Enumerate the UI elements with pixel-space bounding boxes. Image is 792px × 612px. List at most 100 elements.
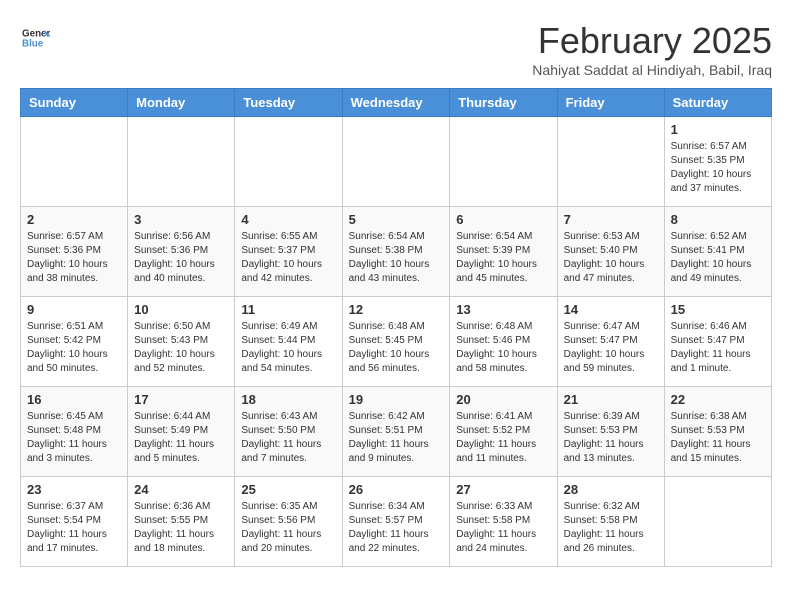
page-header: General Blue February 2025 Nahiyat Sadda… bbox=[20, 20, 772, 78]
week-row-1: 2Sunrise: 6:57 AM Sunset: 5:36 PM Daylig… bbox=[21, 207, 772, 297]
calendar-cell: 28Sunrise: 6:32 AM Sunset: 5:58 PM Dayli… bbox=[557, 477, 664, 567]
day-info: Sunrise: 6:47 AM Sunset: 5:47 PM Dayligh… bbox=[564, 320, 658, 376]
day-number: 17 bbox=[134, 392, 228, 407]
calendar-cell: 16Sunrise: 6:45 AM Sunset: 5:48 PM Dayli… bbox=[21, 387, 128, 477]
calendar-cell: 10 Sunrise: 6:50 AM Sunset: 5:43 PM Dayli… bbox=[128, 297, 235, 387]
day-number: 18 bbox=[241, 392, 335, 407]
calendar-cell: 24Sunrise: 6:36 AM Sunset: 5:55 PM Dayli… bbox=[128, 477, 235, 567]
day-number: 14 bbox=[564, 302, 658, 317]
calendar-cell bbox=[235, 117, 342, 207]
day-info: Sunrise: 6:39 AM Sunset: 5:53 PM Dayligh… bbox=[564, 410, 658, 466]
weekday-header-tuesday: Tuesday bbox=[235, 89, 342, 117]
week-row-3: 16Sunrise: 6:45 AM Sunset: 5:48 PM Dayli… bbox=[21, 387, 772, 477]
weekday-header-sunday: Sunday bbox=[21, 89, 128, 117]
weekday-header-monday: Monday bbox=[128, 89, 235, 117]
weekday-header-saturday: Saturday bbox=[664, 89, 771, 117]
day-number: 19 bbox=[349, 392, 444, 407]
calendar-cell: 4 Sunrise: 6:55 AM Sunset: 5:37 PM Daylig… bbox=[235, 207, 342, 297]
day-info: Sunrise: 6:53 AM Sunset: 5:40 PM Dayligh… bbox=[564, 230, 658, 286]
calendar-cell: 11 Sunrise: 6:49 AM Sunset: 5:44 PM Dayli… bbox=[235, 297, 342, 387]
calendar-cell: 22 Sunrise: 6:38 AM Sunset: 5:53 PM Dayli… bbox=[664, 387, 771, 477]
calendar-cell bbox=[557, 117, 664, 207]
day-info: Sunrise: 6:46 AM Sunset: 5:47 PM Dayligh… bbox=[671, 320, 765, 376]
day-info: Sunrise: 6:32 AM Sunset: 5:58 PM Dayligh… bbox=[564, 500, 658, 556]
day-info: Sunrise: 6:44 AM Sunset: 5:49 PM Dayligh… bbox=[134, 410, 228, 466]
day-number: 4 bbox=[241, 212, 335, 227]
calendar-cell: 20 Sunrise: 6:41 AM Sunset: 5:52 PM Dayli… bbox=[450, 387, 557, 477]
day-info: Sunrise: 6:49 AM Sunset: 5:44 PM Dayligh… bbox=[241, 320, 335, 376]
day-info: Sunrise: 6:38 AM Sunset: 5:53 PM Dayligh… bbox=[671, 410, 765, 466]
calendar-cell: 1Sunrise: 6:57 AM Sunset: 5:35 PM Daylig… bbox=[664, 117, 771, 207]
calendar-table: SundayMondayTuesdayWednesdayThursdayFrid… bbox=[20, 88, 772, 567]
calendar-cell: 14 Sunrise: 6:47 AM Sunset: 5:47 PM Dayli… bbox=[557, 297, 664, 387]
logo: General Blue bbox=[20, 24, 50, 57]
day-info: Sunrise: 6:33 AM Sunset: 5:58 PM Dayligh… bbox=[456, 500, 550, 556]
day-info: Sunrise: 6:57 AM Sunset: 5:36 PM Dayligh… bbox=[27, 230, 121, 286]
day-number: 20 bbox=[456, 392, 550, 407]
weekday-header-wednesday: Wednesday bbox=[342, 89, 450, 117]
day-info: Sunrise: 6:52 AM Sunset: 5:41 PM Dayligh… bbox=[671, 230, 765, 286]
day-info: Sunrise: 6:35 AM Sunset: 5:56 PM Dayligh… bbox=[241, 500, 335, 556]
svg-text:Blue: Blue bbox=[22, 38, 44, 49]
day-number: 27 bbox=[456, 482, 550, 497]
title-area: February 2025 Nahiyat Saddat al Hindiyah… bbox=[532, 20, 772, 78]
day-info: Sunrise: 6:56 AM Sunset: 5:36 PM Dayligh… bbox=[134, 230, 228, 286]
weekday-header-friday: Friday bbox=[557, 89, 664, 117]
day-number: 7 bbox=[564, 212, 658, 227]
day-number: 25 bbox=[241, 482, 335, 497]
calendar-cell: 17 Sunrise: 6:44 AM Sunset: 5:49 PM Dayli… bbox=[128, 387, 235, 477]
day-number: 22 bbox=[671, 392, 765, 407]
day-number: 5 bbox=[349, 212, 444, 227]
calendar-cell: 9 Sunrise: 6:51 AM Sunset: 5:42 PM Daylig… bbox=[21, 297, 128, 387]
day-number: 13 bbox=[456, 302, 550, 317]
calendar-cell: 5 Sunrise: 6:54 AM Sunset: 5:38 PM Daylig… bbox=[342, 207, 450, 297]
week-row-0: 1Sunrise: 6:57 AM Sunset: 5:35 PM Daylig… bbox=[21, 117, 772, 207]
calendar-cell: 18Sunrise: 6:43 AM Sunset: 5:50 PM Dayli… bbox=[235, 387, 342, 477]
logo-icon: General Blue bbox=[22, 24, 50, 52]
calendar-cell: 27 Sunrise: 6:33 AM Sunset: 5:58 PM Dayli… bbox=[450, 477, 557, 567]
day-number: 15 bbox=[671, 302, 765, 317]
day-info: Sunrise: 6:50 AM Sunset: 5:43 PM Dayligh… bbox=[134, 320, 228, 376]
day-number: 24 bbox=[134, 482, 228, 497]
day-number: 10 bbox=[134, 302, 228, 317]
calendar-cell: 25 Sunrise: 6:35 AM Sunset: 5:56 PM Dayli… bbox=[235, 477, 342, 567]
day-number: 6 bbox=[456, 212, 550, 227]
day-info: Sunrise: 6:37 AM Sunset: 5:54 PM Dayligh… bbox=[27, 500, 121, 556]
day-number: 26 bbox=[349, 482, 444, 497]
calendar-cell: 15 Sunrise: 6:46 AM Sunset: 5:47 PM Dayli… bbox=[664, 297, 771, 387]
day-info: Sunrise: 6:54 AM Sunset: 5:38 PM Dayligh… bbox=[349, 230, 444, 286]
calendar-title: February 2025 bbox=[532, 20, 772, 62]
day-number: 11 bbox=[241, 302, 335, 317]
calendar-cell: 21 Sunrise: 6:39 AM Sunset: 5:53 PM Dayli… bbox=[557, 387, 664, 477]
calendar-cell bbox=[664, 477, 771, 567]
weekday-header-row: SundayMondayTuesdayWednesdayThursdayFrid… bbox=[21, 89, 772, 117]
calendar-cell: 23 Sunrise: 6:37 AM Sunset: 5:54 PM Dayli… bbox=[21, 477, 128, 567]
day-number: 8 bbox=[671, 212, 765, 227]
calendar-cell bbox=[342, 117, 450, 207]
calendar-cell: 19 Sunrise: 6:42 AM Sunset: 5:51 PM Dayli… bbox=[342, 387, 450, 477]
day-info: Sunrise: 6:41 AM Sunset: 5:52 PM Dayligh… bbox=[456, 410, 550, 466]
weekday-header-thursday: Thursday bbox=[450, 89, 557, 117]
calendar-cell bbox=[450, 117, 557, 207]
week-row-2: 9 Sunrise: 6:51 AM Sunset: 5:42 PM Daylig… bbox=[21, 297, 772, 387]
calendar-cell bbox=[128, 117, 235, 207]
day-number: 3 bbox=[134, 212, 228, 227]
day-info: Sunrise: 6:34 AM Sunset: 5:57 PM Dayligh… bbox=[349, 500, 444, 556]
day-number: 1 bbox=[671, 122, 765, 137]
calendar-cell: 13 Sunrise: 6:48 AM Sunset: 5:46 PM Dayli… bbox=[450, 297, 557, 387]
calendar-cell: 12 Sunrise: 6:48 AM Sunset: 5:45 PM Dayli… bbox=[342, 297, 450, 387]
day-number: 9 bbox=[27, 302, 121, 317]
day-number: 12 bbox=[349, 302, 444, 317]
day-info: Sunrise: 6:55 AM Sunset: 5:37 PM Dayligh… bbox=[241, 230, 335, 286]
day-number: 23 bbox=[27, 482, 121, 497]
calendar-cell bbox=[21, 117, 128, 207]
calendar-cell: 8 Sunrise: 6:52 AM Sunset: 5:41 PM Daylig… bbox=[664, 207, 771, 297]
day-info: Sunrise: 6:42 AM Sunset: 5:51 PM Dayligh… bbox=[349, 410, 444, 466]
calendar-subtitle: Nahiyat Saddat al Hindiyah, Babil, Iraq bbox=[532, 62, 772, 78]
day-info: Sunrise: 6:51 AM Sunset: 5:42 PM Dayligh… bbox=[27, 320, 121, 376]
calendar-cell: 2Sunrise: 6:57 AM Sunset: 5:36 PM Daylig… bbox=[21, 207, 128, 297]
day-number: 21 bbox=[564, 392, 658, 407]
calendar-cell: 6Sunrise: 6:54 AM Sunset: 5:39 PM Daylig… bbox=[450, 207, 557, 297]
day-info: Sunrise: 6:48 AM Sunset: 5:45 PM Dayligh… bbox=[349, 320, 444, 376]
day-info: Sunrise: 6:48 AM Sunset: 5:46 PM Dayligh… bbox=[456, 320, 550, 376]
